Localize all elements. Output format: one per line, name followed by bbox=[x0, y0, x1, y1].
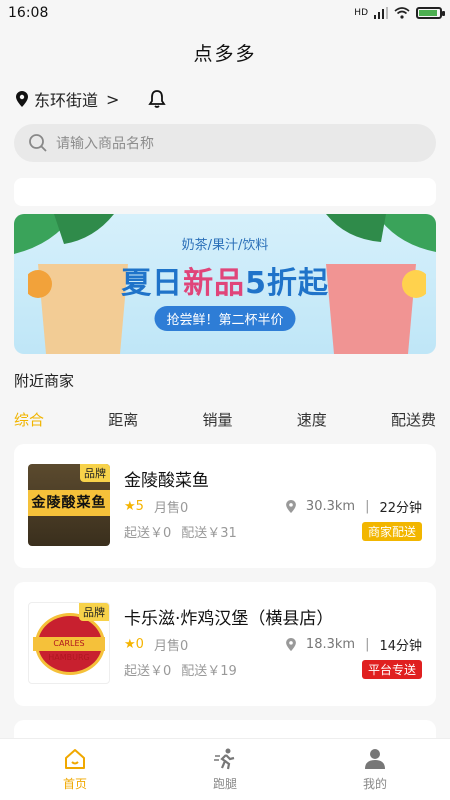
location-row: 东环街道 > bbox=[0, 78, 450, 120]
network-label: HD bbox=[354, 8, 368, 18]
banner-subtitle: 奶茶/果汁/饮料 bbox=[181, 238, 269, 253]
merchant-thumbnail: CARLES HAMBURG 品牌 bbox=[28, 602, 110, 684]
min-order: 起送￥0 bbox=[124, 664, 172, 679]
location-pin-icon bbox=[286, 638, 296, 651]
merchant-stats-row: ★5 月售0 30.3km | 22分钟 bbox=[124, 497, 422, 516]
tab-home-label: 首页 bbox=[62, 777, 87, 791]
search-icon bbox=[29, 134, 47, 152]
section-title: 附近商家 bbox=[14, 372, 75, 390]
banner-headline: 夏日新品5折起 bbox=[14, 258, 436, 302]
rating: ★5 bbox=[124, 499, 144, 514]
tab-profile[interactable]: 我的 bbox=[300, 739, 450, 800]
distance: 18.3km bbox=[305, 637, 356, 652]
promo-banner[interactable]: 奶茶/果汁/饮料 夏日新品5折起 抢尝鲜！第二杯半价 bbox=[14, 214, 436, 354]
rating-value: 0 bbox=[135, 637, 144, 652]
monthly-sales: 月售0 bbox=[153, 639, 189, 654]
notice-card bbox=[14, 178, 436, 206]
sort-tabs: 综合 距离 销量 速度 配送费 bbox=[14, 409, 436, 430]
distance: 30.3km bbox=[305, 499, 356, 514]
status-time: 16:08 bbox=[8, 5, 49, 21]
merchant-fee-row: 起送￥0 配送￥19 平台专送 bbox=[124, 660, 422, 679]
location-pin-icon bbox=[16, 91, 28, 107]
rating-value: 5 bbox=[135, 499, 144, 514]
brand-logo-text: CARLES HAMBURG bbox=[33, 637, 105, 662]
bottom-tab-bar: 首页 跑腿 我的 bbox=[0, 738, 450, 800]
monthly-sales: 月售0 bbox=[153, 501, 189, 516]
status-bar: 16:08 HD bbox=[0, 0, 450, 26]
location-label[interactable]: 东环街道 bbox=[34, 87, 98, 111]
delivery-badge: 平台专送 bbox=[361, 660, 422, 679]
battery-icon bbox=[416, 7, 445, 19]
star-icon: ★ bbox=[124, 499, 136, 514]
banner-headline-a: 夏日 bbox=[121, 266, 184, 301]
tab-errand-label: 跑腿 bbox=[212, 777, 237, 791]
merchant-card[interactable]: 金陵酸菜鱼 品牌 金陵酸菜鱼 ★5 月售0 30.3km | 22分钟 起送￥0… bbox=[14, 444, 436, 568]
merchant-fee-row: 起送￥0 配送￥31 商家配送 bbox=[124, 522, 422, 541]
delivery-fee: 配送￥19 bbox=[181, 664, 237, 679]
brand-tag: 品牌 bbox=[80, 464, 110, 482]
merchant-info: 金陵酸菜鱼 ★5 月售0 30.3km | 22分钟 起送￥0 配送￥31 商家… bbox=[124, 464, 422, 548]
chevron-right-icon[interactable]: > bbox=[106, 90, 119, 109]
home-icon bbox=[65, 749, 85, 769]
tab-home[interactable]: 首页 bbox=[0, 739, 150, 800]
status-icons: HD bbox=[354, 7, 445, 19]
tab-errand[interactable]: 跑腿 bbox=[150, 739, 300, 800]
delivery-time: 14分钟 bbox=[379, 639, 422, 654]
delivery-time: 22分钟 bbox=[379, 501, 422, 516]
user-icon bbox=[365, 749, 385, 769]
merchant-thumbnail: 金陵酸菜鱼 品牌 bbox=[28, 464, 110, 546]
delivery-badge: 商家配送 bbox=[361, 522, 422, 541]
brand-tag: 品牌 bbox=[79, 603, 109, 621]
runner-icon bbox=[214, 748, 235, 770]
min-order: 起送￥0 bbox=[124, 526, 172, 541]
search-bar[interactable]: 请输入商品名称 bbox=[14, 124, 436, 162]
star-icon: ★ bbox=[124, 637, 136, 652]
banner-headline-c: 5折起 bbox=[245, 266, 329, 301]
sort-tab-distance[interactable]: 距离 bbox=[108, 409, 138, 430]
tab-profile-label: 我的 bbox=[362, 777, 387, 791]
banner-cta: 抢尝鲜！第二杯半价 bbox=[154, 306, 296, 331]
sort-tab-sales[interactable]: 销量 bbox=[202, 409, 232, 430]
banner-headline-b: 新品 bbox=[183, 266, 246, 301]
delivery-fee: 配送￥31 bbox=[181, 526, 237, 541]
separator: | bbox=[365, 499, 370, 514]
separator: | bbox=[365, 637, 370, 652]
merchant-name: 卡乐滋·炸鸡汉堡（横县店） bbox=[124, 609, 334, 629]
signal-icon bbox=[374, 7, 388, 19]
merchant-info: 卡乐滋·炸鸡汉堡（横县店） ★0 月售0 18.3km | 14分钟 起送￥0 … bbox=[124, 602, 422, 686]
merchant-stats-row: ★0 月售0 18.3km | 14分钟 bbox=[124, 635, 422, 654]
search-input[interactable]: 请输入商品名称 bbox=[56, 133, 154, 153]
sort-tab-delivery-fee[interactable]: 配送费 bbox=[391, 409, 436, 430]
merchant-card[interactable]: CARLES HAMBURG 品牌 卡乐滋·炸鸡汉堡（横县店） ★0 月售0 1… bbox=[14, 582, 436, 706]
location-pin-icon bbox=[286, 500, 296, 513]
storefront-sign: 金陵酸菜鱼 bbox=[28, 490, 110, 516]
wifi-icon bbox=[394, 7, 410, 19]
app-title: 点多多 bbox=[193, 42, 257, 65]
sort-tab-speed[interactable]: 速度 bbox=[297, 409, 327, 430]
rating: ★0 bbox=[124, 637, 144, 652]
sort-tab-comprehensive[interactable]: 综合 bbox=[14, 409, 44, 430]
bell-icon[interactable] bbox=[147, 89, 167, 109]
merchant-name: 金陵酸菜鱼 bbox=[124, 471, 209, 491]
